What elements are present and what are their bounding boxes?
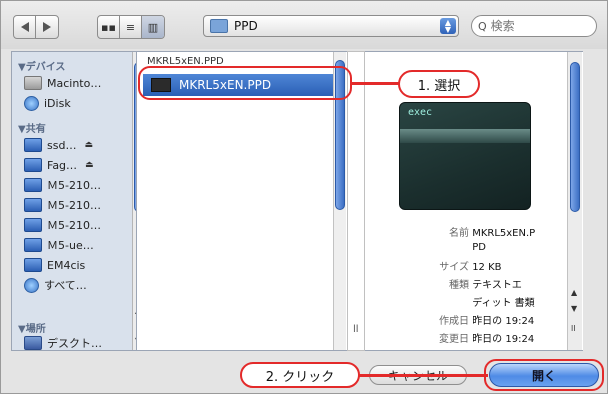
network-computer-icon [24, 138, 42, 152]
sidebar-item-shared-2[interactable]: Fag… ⏏ [24, 156, 94, 174]
column-resize-icon[interactable]: ll [571, 324, 575, 333]
path-label: PPD [234, 19, 258, 33]
network-computer-icon [24, 198, 42, 212]
open-button-highlight-ring [484, 359, 604, 391]
thumb-shine [400, 129, 530, 143]
meta-key: 種類 [449, 280, 469, 291]
path-popup[interactable]: PPD ▲ ▼ [203, 15, 459, 37]
selection-highlight-ring [138, 66, 352, 100]
meta-row-name: 名前 MKRL5xEN.P [429, 224, 535, 239]
empty-column: ll [347, 51, 365, 351]
sidebar-item-shared-5[interactable]: Ｍ5-210… [24, 216, 101, 234]
network-computer-icon [24, 258, 42, 272]
meta-row-size: サイズ 12 KB [429, 258, 502, 273]
callout-step1: 1. 選択 [398, 70, 480, 98]
desktop-icon [24, 336, 42, 350]
thumb-label: exec [408, 107, 433, 118]
scroll-up-icon[interactable]: ▲ [571, 288, 577, 297]
sidebar-item-label: Fag… [47, 158, 78, 172]
meta-row-kind: 種類 テキストエ [429, 276, 522, 291]
preview-scrollbar[interactable]: ▲ ▼ ll [567, 52, 582, 350]
meta-value: 12 KB [472, 262, 502, 273]
sidebar-header-places: ▼場所 [18, 324, 46, 335]
meta-key: サイズ [439, 262, 469, 273]
nav-back-forward [13, 15, 59, 39]
callout-step2: 2. クリック [240, 362, 360, 388]
meta-value: MKRL5xEN.P [472, 228, 536, 239]
sidebar-item-label: Ｍ5-210… [47, 219, 101, 232]
sidebar-item-label: すべて… [44, 279, 87, 292]
column-view-icon: ▥ [147, 20, 159, 34]
meta-row-name-cont: PD [429, 242, 486, 253]
sidebar-item-label: Macinto… [47, 76, 102, 90]
meta-value: 昨日の 19:24 [472, 316, 535, 327]
view-mode-switcher: ▪▪ ≡ ▥ [97, 15, 165, 39]
sidebar: ▼デバイス Macinto… iDisk ▼共有 ssd… ⏏ Fag… ⏏ Ｍ… [11, 51, 137, 351]
search-icon: Q [478, 19, 487, 33]
sidebar-item-all[interactable]: すべて… [24, 276, 87, 294]
sidebar-item-idisk[interactable]: iDisk [24, 94, 71, 112]
meta-value: PD [472, 242, 486, 253]
search-field[interactable]: Q [471, 15, 597, 37]
preview-scroll-thumb[interactable] [570, 62, 580, 212]
icon-view-icon: ▪▪ [101, 20, 116, 34]
meta-value: 昨日の 19:24 [472, 334, 535, 345]
folder-icon [210, 19, 228, 33]
network-computer-icon [24, 158, 42, 172]
meta-value: ディット 書類 [472, 298, 535, 309]
sidebar-item-label: デスクト… [47, 337, 102, 350]
meta-value: テキストエ [472, 280, 522, 291]
forward-button[interactable] [36, 16, 58, 38]
back-arrow-icon [20, 22, 29, 32]
sidebar-item-shared-4[interactable]: Ｍ5-210… [24, 196, 101, 214]
sidebar-item-desktop[interactable]: デスクト… [24, 334, 102, 350]
meta-row-modified: 変更日 昨日の 19:24 [429, 330, 534, 345]
network-computer-icon [24, 178, 42, 192]
meta-row-kind-cont: ディット 書類 [429, 294, 535, 309]
meta-key: 変更日 [439, 334, 469, 345]
meta-key: 名前 [449, 228, 469, 239]
callout-connector-1 [352, 82, 400, 85]
callout-connector-2 [358, 374, 488, 377]
sidebar-item-label: EM4cis [47, 258, 86, 272]
sidebar-item-shared-1[interactable]: ssd… ⏏ [24, 136, 93, 154]
sidebar-item-shared-7[interactable]: EM4cis [24, 256, 85, 274]
toolbar: ▪▪ ≡ ▥ PPD ▲ ▼ Q [1, 1, 607, 49]
meta-key: 作成日 [439, 316, 469, 327]
forward-arrow-icon [43, 22, 51, 32]
preview-pane: exec 名前 MKRL5xEN.P PD サイズ 12 KB 種類 テキストエ… [365, 51, 583, 351]
sidebar-item-macintosh[interactable]: Macinto… [24, 74, 101, 92]
list-view-icon: ≡ [125, 20, 136, 34]
hard-drive-icon [24, 76, 42, 90]
network-globe-icon [24, 277, 39, 293]
sidebar-item-label: Ｍ5-210… [47, 179, 101, 192]
icon-view-button[interactable]: ▪▪ [98, 16, 120, 38]
sidebar-item-shared-6[interactable]: Ｍ5-ue… [24, 236, 94, 254]
network-computer-icon [24, 238, 42, 252]
column-view-button[interactable]: ▥ [142, 16, 164, 38]
column-resize-handle[interactable]: ll [353, 324, 359, 335]
sidebar-header-devices: ▼デバイス [18, 62, 66, 73]
network-computer-icon [24, 218, 42, 232]
sidebar-item-label: Ｍ5-210… [47, 199, 101, 212]
eject-icon[interactable]: ⏏ [85, 160, 94, 170]
sidebar-item-shared-3[interactable]: Ｍ5-210… [24, 176, 101, 194]
scroll-down-icon[interactable]: ▼ [571, 304, 577, 313]
idisk-icon [24, 95, 39, 111]
sidebar-header-shared: ▼共有 [18, 124, 46, 135]
sidebar-item-label: ssd… [47, 138, 77, 152]
meta-row-created: 作成日 昨日の 19:24 [429, 312, 534, 327]
eject-icon[interactable]: ⏏ [84, 140, 93, 150]
file-preview-thumbnail: exec [399, 102, 531, 210]
search-input[interactable] [488, 18, 583, 34]
sidebar-item-label: iDisk [44, 96, 71, 110]
sidebar-item-label: Ｍ5-ue… [47, 239, 94, 252]
back-button[interactable] [14, 16, 36, 38]
popup-stepper-icon: ▲ ▼ [440, 18, 456, 34]
list-view-button[interactable]: ≡ [120, 16, 142, 38]
open-file-dialog: ▪▪ ≡ ▥ PPD ▲▼ Q ▼デバイス Macinto… iDisk ▼共有… [0, 0, 608, 394]
